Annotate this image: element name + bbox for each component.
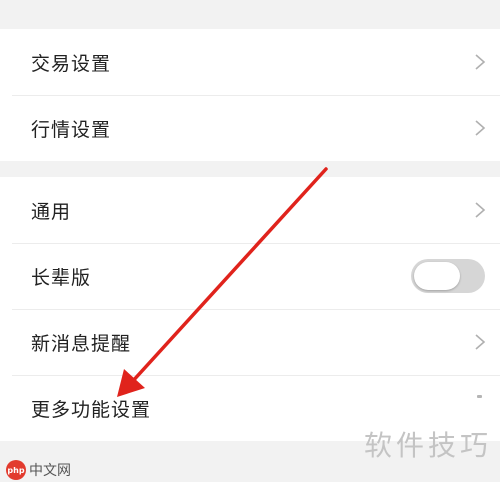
chevron-right-icon — [475, 202, 486, 218]
row-general[interactable]: 通用 — [0, 177, 500, 243]
chevron-right-icon — [475, 334, 486, 350]
watermark-text: 中文网 — [29, 463, 71, 479]
settings-group-general: 通用 长辈版 新消息提醒 更多功能设置 — [0, 177, 500, 441]
toggle-knob — [414, 262, 460, 290]
settings-group-trading: 交易设置 行情设置 — [0, 29, 500, 161]
chevron-right-icon — [475, 120, 486, 136]
chevron-right-icon — [477, 395, 482, 398]
row-label: 通用 — [31, 200, 72, 223]
row-label: 行情设置 — [31, 118, 112, 141]
row-trade-settings[interactable]: 交易设置 — [0, 29, 500, 95]
php-logo-icon: php — [6, 460, 26, 480]
row-market-settings[interactable]: 行情设置 — [0, 95, 500, 161]
row-new-message-alert[interactable]: 新消息提醒 — [0, 309, 500, 375]
watermark-software-tips: 软件技巧 — [363, 429, 492, 462]
watermark-php-cn: php 中文网 — [6, 460, 71, 480]
row-label: 交易设置 — [31, 52, 112, 75]
chevron-right-icon — [475, 54, 486, 70]
row-elder-mode: 长辈版 — [0, 243, 500, 309]
php-logo-text: php — [7, 465, 25, 475]
elder-mode-toggle[interactable] — [411, 259, 485, 293]
row-label: 新消息提醒 — [31, 332, 132, 355]
row-label: 长辈版 — [31, 266, 92, 289]
row-label: 更多功能设置 — [31, 398, 152, 421]
